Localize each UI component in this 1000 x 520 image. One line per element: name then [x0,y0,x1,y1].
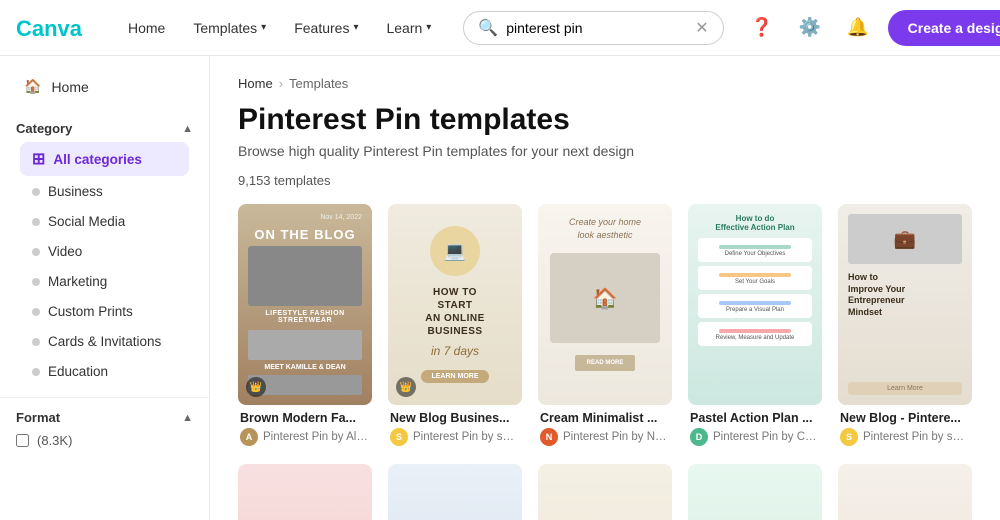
nav-features[interactable]: Features ▾ [282,14,370,42]
format-section: Format ▲ (8.3K) [0,397,209,460]
card-author-row: N Pinterest Pin by Nueb... [540,428,670,446]
card-author-row: D Pinterest Pin by Chair... [690,428,820,446]
template-card[interactable]: 🌿 Minimal Pinterest...MPinterest Pin by.… [688,464,822,520]
sidebar-home[interactable]: 🏠 Home [8,70,201,103]
clear-search-icon[interactable]: ✕ [695,18,708,38]
nav-learn[interactable]: Learn ▾ [374,14,443,42]
sidebar-item-all-categories[interactable]: ⊞ All categories [20,142,189,176]
page-description: Browse high quality Pinterest Pin templa… [238,143,972,159]
template-grid: Nov 14, 2022 ON THE BLOG LIFESTYLE FASHI… [238,204,972,520]
card-author: Pinterest Pin by Nueb... [563,431,670,443]
sidebar-item-marketing[interactable]: Marketing [20,267,189,296]
sidebar-item-education[interactable]: Education [20,357,189,386]
dot-icon [32,368,40,376]
dot-icon [32,248,40,256]
template-card[interactable]: HOW TOWRITEBLOGTITLES How to Write Blog.… [538,464,672,520]
card-author: Pinterest Pin by Alissa... [263,431,370,443]
template-card[interactable]: Nov 14, 2022 ON THE BLOG LIFESTYLE FASHI… [238,204,372,448]
canva-logo[interactable]: Canva [16,14,88,42]
sidebar-item-business[interactable]: Business [20,177,189,206]
template-card[interactable]: How to doEffective Action Plan Define Yo… [688,204,822,448]
premium-badge: 👑 [246,377,266,397]
sidebar-item-social-media[interactable]: Social Media [20,207,189,236]
card-title: New Blog Busines... [390,411,520,425]
card-title: Pastel Action Plan ... [690,411,820,425]
template-card[interactable]: Blog Post Template Blog Post TemplateBPi… [838,464,972,520]
format-checkbox-label[interactable]: (8.3K) [16,433,193,448]
breadcrumb-home[interactable]: Home [238,76,273,91]
main-content: Home › Templates Pinterest Pin templates… [210,56,1000,520]
card-avatar: S [840,428,858,446]
nav-links: Home Templates ▾ Features ▾ Learn ▾ [116,14,443,42]
nav-right-actions: ❓ ⚙️ 🔔 Create a design CG [744,10,1000,46]
format-checkbox[interactable] [16,434,29,447]
template-count: 9,153 templates [238,173,972,188]
settings-icon[interactable]: ⚙️ [792,10,828,46]
template-card[interactable]: 🌸 Pink Blog Template Pink Blog TemplateP… [238,464,372,520]
card-avatar: D [690,428,708,446]
templates-chevron-icon: ▾ [261,22,266,33]
dot-icon [32,338,40,346]
search-input[interactable] [506,20,687,36]
sidebar-item-cards-invitations[interactable]: Cards & Invitations [20,327,189,356]
learn-chevron-icon: ▾ [426,22,431,33]
template-card[interactable]: Create your homelook aesthetic 🏠 READ MO… [538,204,672,448]
card-avatar: A [240,428,258,446]
dot-icon [32,278,40,286]
create-design-button[interactable]: Create a design [888,10,1000,46]
premium-badge: 👑 [396,377,416,397]
card-author-row: A Pinterest Pin by Alissa... [240,428,370,446]
page-title: Pinterest Pin templates [238,103,972,137]
home-icon: 🏠 [24,78,41,95]
breadcrumb-templates: Templates [289,76,348,91]
search-bar: 🔍 ✕ [463,11,723,45]
features-chevron-icon: ▾ [353,22,358,33]
help-icon[interactable]: ❓ [744,10,780,46]
template-card[interactable]: 💻 HOW TOSTARTAN ONLINEBUSINESS in 7 days… [388,204,522,448]
dot-icon [32,188,40,196]
card-author-row: S Pinterest Pin by suba... [390,428,520,446]
category-chevron-icon: ▲ [182,123,193,135]
card-title: Brown Modern Fa... [240,411,370,425]
grid-icon: ⊞ [32,149,45,169]
nav-templates[interactable]: Templates ▾ [181,14,278,42]
top-navigation: Canva Home Templates ▾ Features ▾ Learn … [0,0,1000,56]
card-title: New Blog - Pintere... [840,411,970,425]
nav-home[interactable]: Home [116,14,177,42]
svg-text:Canva: Canva [16,16,83,41]
card-author: Pinterest Pin by Chair... [713,431,820,443]
template-card[interactable]: 💼 How toImprove YourEntrepreneurMindset … [838,204,972,448]
breadcrumb: Home › Templates [238,76,972,91]
sidebar-item-video[interactable]: Video [20,237,189,266]
sidebar-item-custom-prints[interactable]: Custom Prints [20,297,189,326]
card-title: Cream Minimalist ... [540,411,670,425]
card-author: Pinterest Pin by suba... [413,431,520,443]
sidebar: 🏠 Home Category ▲ ⊞ All categories Busin… [0,56,210,520]
breadcrumb-separator: › [279,76,283,91]
template-card[interactable]: 5 Tips MobileMarketing Learn how to grow… [388,464,522,520]
main-layout: 🏠 Home Category ▲ ⊞ All categories Busin… [0,56,1000,520]
dot-icon [32,218,40,226]
card-author: Pinterest Pin by suba... [863,431,970,443]
card-avatar: N [540,428,558,446]
format-chevron-icon: ▲ [182,412,193,424]
notifications-icon[interactable]: 🔔 [840,10,876,46]
card-author-row: S Pinterest Pin by suba... [840,428,970,446]
card-avatar: S [390,428,408,446]
category-title[interactable]: Category ▲ [16,121,193,136]
category-section: Category ▲ ⊞ All categories Business Soc… [0,105,209,393]
search-icon: 🔍 [478,18,498,38]
format-title[interactable]: Format ▲ [16,410,193,425]
dot-icon [32,308,40,316]
